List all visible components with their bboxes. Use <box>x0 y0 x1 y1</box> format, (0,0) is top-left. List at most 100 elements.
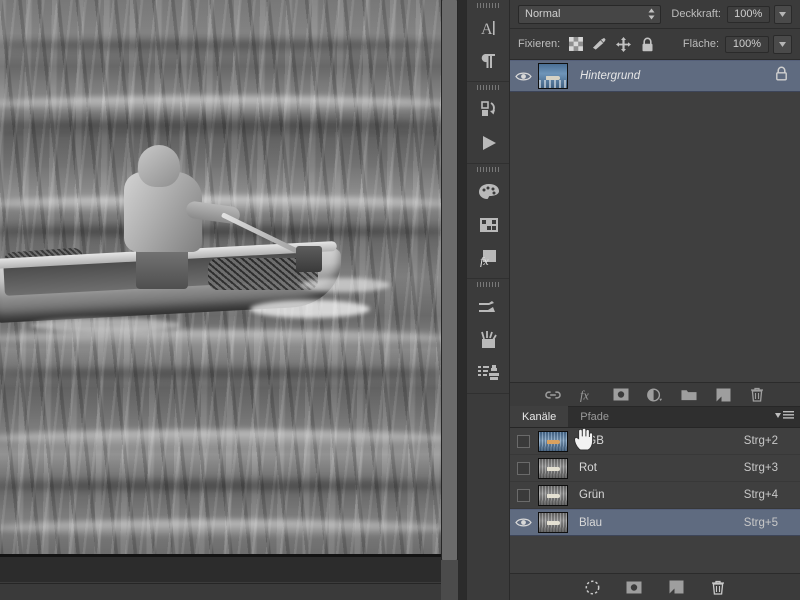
layer-style-button[interactable]: fx <box>579 387 595 403</box>
thumbnail-content <box>547 466 560 471</box>
lock-position-icon[interactable] <box>616 36 632 52</box>
table-row[interactable]: Rot Strg+3 <box>510 455 800 482</box>
link-layers-button[interactable] <box>545 387 561 403</box>
lock-transparent-pixels-icon[interactable] <box>568 37 583 52</box>
channels-panel-tabbar: Kanäle Pfade <box>510 406 800 428</box>
opacity-label: Deckkraft: <box>671 8 721 20</box>
mask-icon <box>613 388 629 401</box>
fill-input[interactable]: 100% <box>725 35 769 53</box>
new-layer-icon <box>716 388 730 401</box>
photoshop-window: A fx Normal Deckkraft: 100% Fixieren: Fl… <box>0 0 800 600</box>
visibility-empty-box <box>516 461 530 475</box>
save-selection-as-channel-button[interactable] <box>626 579 642 595</box>
channels-panel: Kanäle Pfade RGB Strg+2 Rot Strg+3 Grün … <box>510 406 800 600</box>
channel-name-label: Rot <box>579 462 597 474</box>
character-panel-icon[interactable]: A <box>467 11 511 44</box>
layer-name-label: Hintergrund <box>580 70 641 82</box>
boat-motor <box>296 246 322 272</box>
delete-layer-button[interactable] <box>749 387 765 403</box>
right-panel-column: Normal Deckkraft: 100% Fixieren: Fläche:… <box>510 0 800 600</box>
dock-group-color: fx <box>467 164 509 279</box>
channel-name-label: Blau <box>579 516 603 529</box>
dock-group-actions <box>467 82 509 164</box>
dock-grip[interactable] <box>467 279 509 290</box>
fill-label: Fläche: <box>682 38 719 50</box>
fill-dropdown-button[interactable] <box>773 34 792 54</box>
tab-pfade[interactable]: Pfade <box>568 406 621 427</box>
opacity-input[interactable]: 100% <box>726 5 770 23</box>
channel-visibility-toggle[interactable] <box>510 461 536 475</box>
new-layer-icon <box>669 580 683 594</box>
delete-channel-button[interactable] <box>710 579 726 595</box>
wave-crest <box>0 96 441 112</box>
layer-thumbnail[interactable] <box>538 63 568 89</box>
thumbnail-content <box>547 521 560 525</box>
channel-visibility-toggle[interactable] <box>510 517 536 528</box>
panel-gutter <box>458 0 466 600</box>
clone-source-panel-icon[interactable] <box>467 356 511 389</box>
table-row[interactable]: Blau Strg+5 <box>510 509 800 536</box>
hamburger-icon <box>783 411 794 419</box>
wave-shadow <box>0 120 441 130</box>
dock-group-type: A <box>467 0 509 82</box>
lock-label: Fixieren: <box>518 38 561 50</box>
layers-panel-footer: fx <box>510 383 800 407</box>
channels-panel-footer <box>510 573 800 600</box>
channel-thumbnail <box>538 457 568 479</box>
wave-crest <box>0 330 441 346</box>
new-group-button[interactable] <box>681 387 697 403</box>
table-row[interactable]: Grün Strg+4 <box>510 482 800 509</box>
table-row[interactable]: Hintergrund <box>510 60 800 92</box>
adjustment-circle-icon <box>647 388 663 401</box>
load-channel-as-selection-button[interactable] <box>584 579 600 595</box>
trash-icon <box>751 387 763 402</box>
new-channel-button[interactable] <box>668 579 684 595</box>
vertical-scrollbar-thumb[interactable] <box>442 0 457 560</box>
actions-panel-icon[interactable] <box>467 93 511 126</box>
channel-shortcut-label: Strg+5 <box>743 516 778 529</box>
channel-visibility-toggle[interactable] <box>510 434 536 448</box>
channel-thumbnail <box>538 430 568 452</box>
channel-name-label: RGB <box>579 435 604 447</box>
panel-menu-button[interactable] <box>775 411 794 420</box>
new-adjustment-layer-button[interactable] <box>647 387 663 403</box>
dock-grip[interactable] <box>467 164 509 175</box>
styles-panel-icon[interactable]: fx <box>467 241 511 274</box>
new-layer-button[interactable] <box>715 387 731 403</box>
timeline-panel-icon[interactable] <box>467 126 511 159</box>
dock-grip[interactable] <box>467 0 509 11</box>
brush-presets-panel-icon[interactable] <box>467 290 511 323</box>
collapsed-panel-dock: A fx <box>466 0 510 600</box>
blend-mode-select[interactable]: Normal <box>518 4 662 24</box>
dock-grip[interactable] <box>467 82 509 93</box>
chevron-down-icon <box>779 11 787 17</box>
brush-panel-icon[interactable] <box>467 323 511 356</box>
wake-foam <box>30 318 180 332</box>
dock-group-brushes <box>467 279 509 394</box>
lock-all-icon[interactable] <box>640 37 655 52</box>
paragraph-panel-icon[interactable] <box>467 44 511 77</box>
thumbnail-content <box>539 80 567 88</box>
swatches-panel-icon[interactable] <box>467 208 511 241</box>
channels-list[interactable]: RGB Strg+2 Rot Strg+3 Grün Strg+4 Blau S… <box>510 428 800 573</box>
channel-visibility-toggle[interactable] <box>510 488 536 502</box>
channel-shortcut-label: Strg+2 <box>743 435 778 447</box>
chevron-down-icon <box>779 41 786 47</box>
mask-icon <box>626 581 642 593</box>
table-row[interactable]: RGB Strg+2 <box>510 428 800 455</box>
eye-icon <box>514 518 532 527</box>
layer-locked-icon <box>775 66 788 86</box>
layers-list[interactable]: Hintergrund <box>510 60 800 383</box>
add-layer-mask-button[interactable] <box>613 387 629 403</box>
opacity-dropdown-button[interactable] <box>773 4 792 24</box>
lock-buttons-group <box>568 36 655 52</box>
eye-icon <box>514 72 532 80</box>
wave-crest <box>0 520 441 536</box>
tab-kanaele[interactable]: Kanäle <box>510 406 569 427</box>
horizontal-scrollbar[interactable] <box>0 583 441 600</box>
document-image[interactable] <box>0 0 441 554</box>
layer-visibility-toggle[interactable] <box>510 71 536 82</box>
document-canvas-area[interactable] <box>0 0 450 600</box>
lock-image-pixels-icon[interactable] <box>592 37 607 52</box>
color-panel-icon[interactable] <box>467 175 511 208</box>
